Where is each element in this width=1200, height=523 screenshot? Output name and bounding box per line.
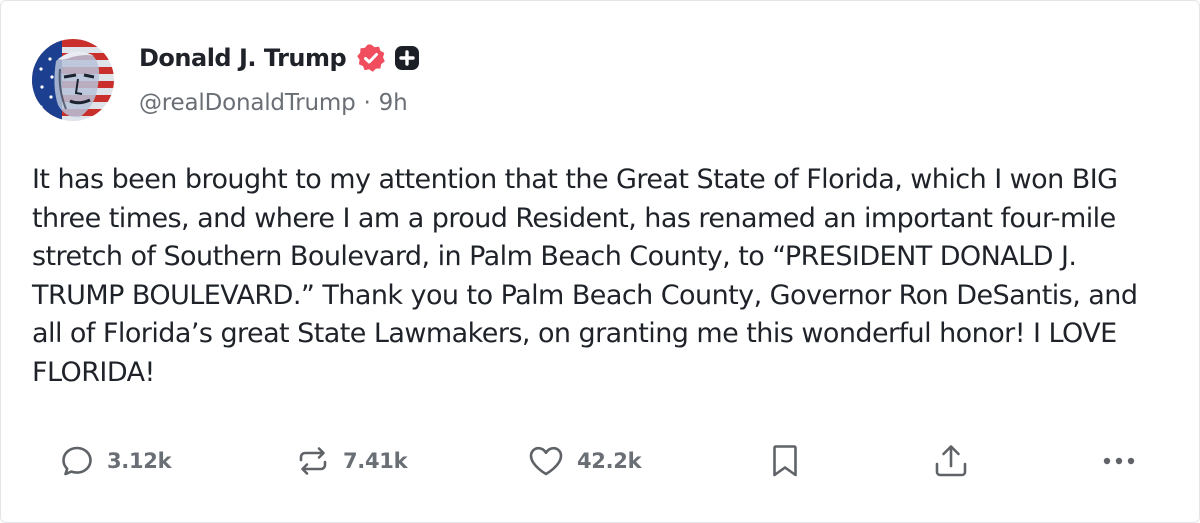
like-count: 42.2k [577, 449, 642, 473]
avatar-image [32, 39, 114, 121]
share-icon [932, 442, 970, 480]
post-header: Donald J. Trump @realDonaldTrump · 9h [139, 40, 420, 116]
display-name[interactable]: Donald J. Trump [139, 44, 347, 72]
post-body: It has been brought to my attention that… [32, 164, 1138, 388]
more-icon [1099, 443, 1139, 479]
verified-icon [356, 43, 386, 73]
reply-button[interactable]: 3.12k [59, 438, 172, 484]
user-handle[interactable]: @realDonaldTrump [139, 90, 356, 116]
share-button[interactable] [932, 438, 970, 484]
repost-count: 7.41k [343, 449, 408, 473]
meta-separator: · [363, 90, 371, 116]
repost-icon [295, 443, 331, 479]
bookmark-icon [769, 442, 801, 480]
post-timestamp[interactable]: 9h [379, 90, 408, 116]
bookmark-button[interactable] [769, 438, 801, 484]
avatar[interactable] [32, 39, 114, 121]
like-button[interactable]: 42.2k [527, 438, 642, 484]
post-meta: @realDonaldTrump · 9h [139, 90, 420, 116]
reply-count: 3.12k [107, 449, 172, 473]
heart-icon [527, 443, 565, 479]
action-bar: 3.12k 7.41k 42.2k [1, 438, 1200, 484]
post-card: Donald J. Trump @realDonaldTrump · 9h It h… [0, 0, 1200, 523]
repost-button[interactable]: 7.41k [295, 438, 408, 484]
comment-icon [59, 443, 95, 479]
name-row: Donald J. Trump [139, 40, 420, 76]
plus-badge-icon [394, 45, 420, 71]
more-options-button[interactable] [1099, 438, 1139, 484]
